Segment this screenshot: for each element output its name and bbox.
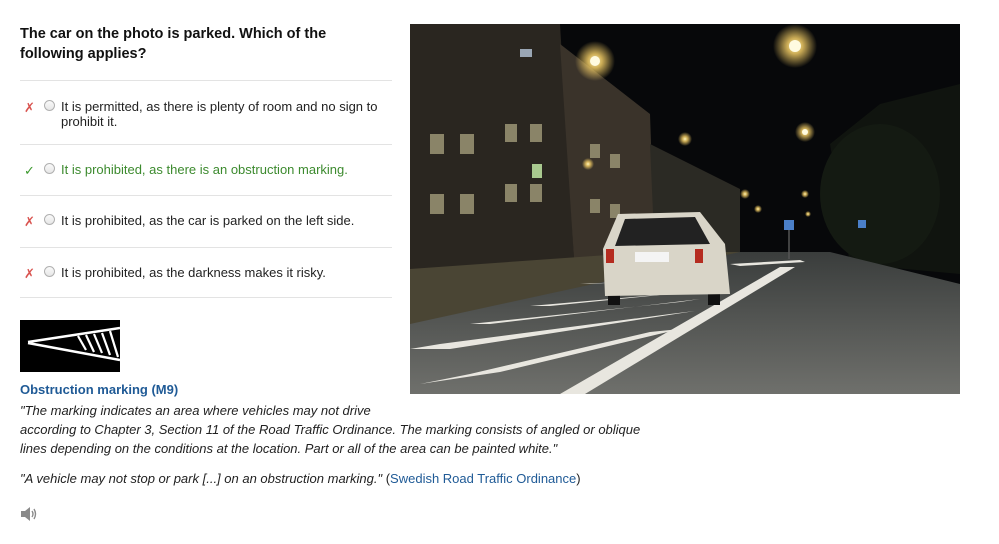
description-line: "The marking indicates an area where veh… [20,403,371,418]
source-link[interactable]: Swedish Road Traffic Ordinance [390,471,576,486]
radio-button[interactable] [44,266,55,277]
answer-option-1[interactable]: ✗ It is permitted, as there is plenty of… [20,80,392,144]
answer-option-label: It is prohibited, as the darkness makes … [61,265,326,280]
answer-option-label: It is prohibited, as the car is parked o… [61,213,355,228]
radio-button[interactable] [44,214,55,225]
marking-description: "The marking indicates an area where veh… [20,401,660,458]
law-quote: "A vehicle may not stop or park [...] on… [20,471,581,486]
source-paren-open: ( [382,471,391,486]
answer-option-2[interactable]: ✓ It is prohibited, as there is an obstr… [20,144,392,195]
question-text: The car on the photo is parked. Which of… [20,26,327,62]
answer-option-label: It is permitted, as there is plenty of r… [61,99,378,129]
answer-option-3[interactable]: ✗ It is prohibited, as the car is parked… [20,195,392,247]
radio-button[interactable] [44,100,55,111]
answer-options: ✗ It is permitted, as there is plenty of… [20,80,392,298]
answer-option-4[interactable]: ✗ It is prohibited, as the darkness make… [20,247,392,298]
street-photo [410,24,960,394]
answer-option-label: It is prohibited, as there is an obstruc… [61,162,348,177]
quote-text: "A vehicle may not stop or park [...] on… [20,471,383,486]
radio-button[interactable] [44,163,55,174]
description-text: according to Chapter 3, Section 11 of th… [20,422,641,456]
obstruction-marking-sign [20,320,120,372]
cross-mark-icon: ✗ [24,214,35,229]
sign-title: Obstruction marking (M9) [20,382,179,397]
check-mark-icon: ✓ [24,163,35,178]
cross-mark-icon: ✗ [24,266,35,281]
cross-mark-icon: ✗ [24,100,35,115]
speaker-icon[interactable] [20,506,38,522]
source-paren-close: ) [576,471,581,486]
